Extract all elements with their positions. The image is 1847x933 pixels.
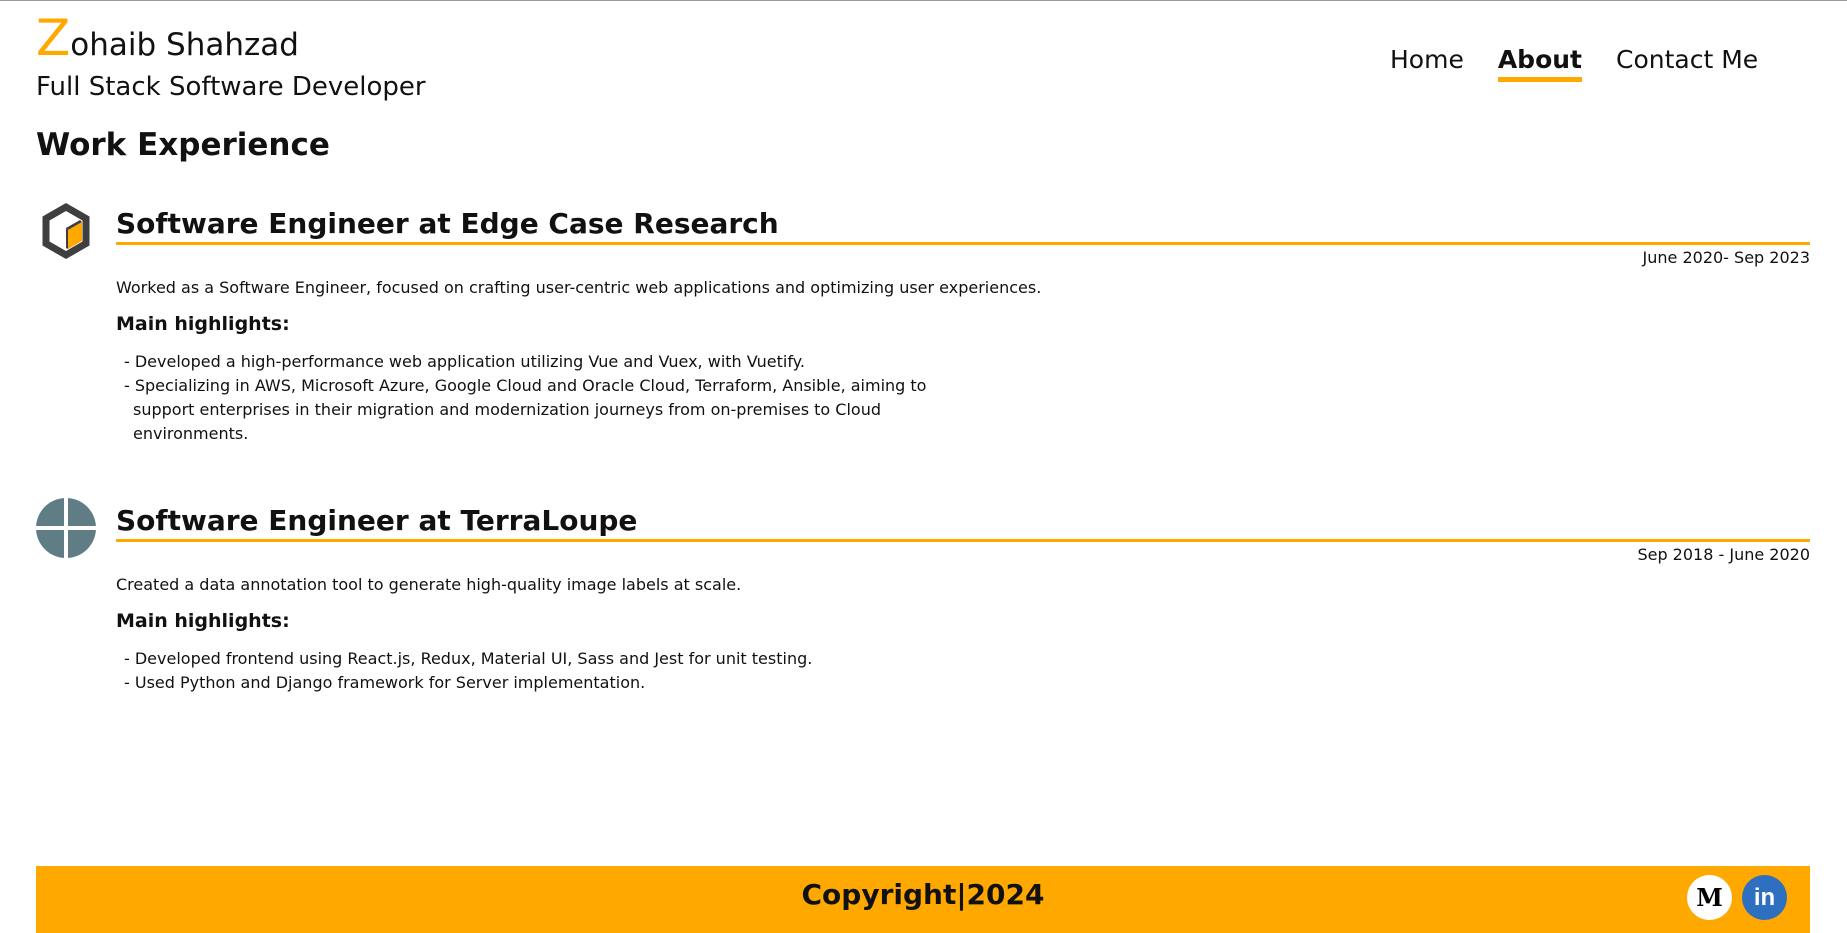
main-nav: Home About Contact Me (1390, 45, 1758, 82)
job-highlights-title: Main highlights: (116, 609, 290, 632)
list-item: Developed a high-performance web applica… (124, 350, 964, 374)
job-description: Worked as a Software Engineer, focused o… (116, 277, 1042, 297)
job-body: Software Engineer at TerraLoupe Sep 2018… (116, 498, 1810, 695)
job-body: Software Engineer at Edge Case Research … (116, 201, 1810, 446)
brand-name-rest: ohaib Shahzad (70, 27, 299, 63)
brand[interactable]: Zohaib Shahzad Full Stack Software Devel… (36, 13, 426, 102)
section-title: Work Experience (36, 127, 330, 163)
job-title: Software Engineer at Edge Case Research (116, 201, 1810, 245)
job-dates: Sep 2018 - June 2020 (1637, 544, 1810, 564)
list-item: Specializing in AWS, Microsoft Azure, Go… (124, 374, 964, 446)
linkedin-icon[interactable]: in (1742, 875, 1787, 920)
list-item: Developed frontend using React.js, Redux… (124, 647, 964, 671)
nav-home-link[interactable]: Home (1390, 45, 1464, 82)
job-title: Software Engineer at TerraLoupe (116, 498, 1810, 542)
job-highlights-title: Main highlights: (116, 312, 290, 335)
job-description: Created a data annotation tool to genera… (116, 574, 742, 594)
list-item: Used Python and Django framework for Ser… (124, 671, 964, 695)
brand-initial: Z (36, 9, 71, 67)
job-highlights-list: Developed frontend using React.js, Redux… (124, 647, 964, 695)
brand-name: Zohaib Shahzad (36, 13, 426, 63)
brand-subtitle: Full Stack Software Developer (36, 72, 426, 102)
job-highlights-list: Developed a high-performance web applica… (124, 350, 964, 446)
nav-contact-link[interactable]: Contact Me (1616, 45, 1758, 82)
edge-case-research-logo-icon (36, 201, 96, 261)
terraloupe-logo-icon (36, 498, 96, 558)
copyright-text: Copyright|2024 (801, 878, 1045, 911)
site-footer: Copyright|2024 M in (36, 866, 1810, 933)
job-dates: June 2020- Sep 2023 (1642, 247, 1810, 267)
nav-about-link[interactable]: About (1497, 45, 1582, 82)
medium-icon[interactable]: M (1687, 875, 1732, 920)
